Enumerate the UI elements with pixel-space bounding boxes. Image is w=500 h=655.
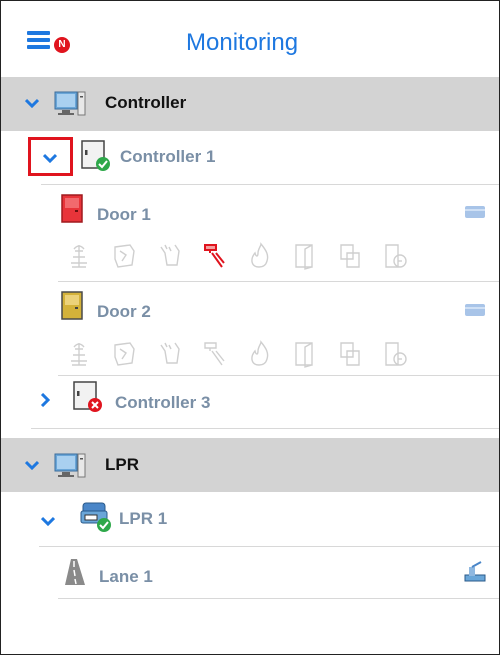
hammer-icon bbox=[204, 244, 225, 268]
chevron-down-icon[interactable] bbox=[25, 460, 39, 470]
door-alarm-icon bbox=[61, 194, 83, 223]
door-1-events bbox=[71, 242, 407, 270]
door-2-events bbox=[71, 340, 407, 368]
lane-label[interactable]: Lane 1 bbox=[99, 567, 153, 587]
barrier-gate-icon[interactable] bbox=[463, 561, 487, 583]
double-icon bbox=[340, 342, 360, 366]
controller-offline-icon bbox=[73, 381, 102, 412]
lpr-camera-icon bbox=[80, 502, 111, 532]
broken-icon bbox=[114, 244, 135, 268]
menu-icon[interactable] bbox=[27, 31, 50, 49]
header: N Monitoring bbox=[1, 1, 499, 77]
door-label[interactable]: Door 2 bbox=[97, 302, 151, 322]
lpr-label[interactable]: LPR 1 bbox=[119, 509, 167, 529]
door-open-icon bbox=[295, 342, 313, 368]
antenna-icon bbox=[71, 343, 87, 366]
monitoring-panel: N Monitoring Controller Controller 1 Doo… bbox=[0, 0, 500, 655]
controller-label[interactable]: Controller 1 bbox=[120, 147, 215, 167]
chevron-down-icon[interactable] bbox=[43, 153, 57, 163]
server-icon bbox=[54, 453, 86, 478]
broken-icon bbox=[114, 342, 135, 366]
group-controller[interactable]: Controller bbox=[1, 77, 499, 131]
group-lpr[interactable]: LPR bbox=[1, 438, 499, 492]
group-label: Controller bbox=[105, 93, 187, 112]
lane-icon bbox=[65, 559, 85, 585]
card-reader-icon[interactable] bbox=[465, 304, 485, 316]
fire-icon bbox=[251, 242, 269, 268]
hammer-icon bbox=[204, 342, 225, 366]
clock-icon bbox=[385, 342, 407, 366]
controller-label[interactable]: Controller 3 bbox=[115, 393, 210, 413]
chevron-down-icon[interactable] bbox=[25, 98, 39, 108]
page-title: Monitoring bbox=[186, 29, 299, 56]
door-open-icon bbox=[295, 244, 313, 270]
notification-badge[interactable]: N bbox=[54, 37, 70, 53]
antenna-icon bbox=[71, 245, 87, 268]
door-label[interactable]: Door 1 bbox=[97, 205, 151, 225]
double-icon bbox=[340, 244, 360, 268]
chevron-down-icon[interactable] bbox=[41, 516, 55, 526]
hand-icon bbox=[160, 244, 180, 266]
server-icon bbox=[54, 91, 86, 116]
controller-online-icon bbox=[81, 140, 110, 171]
fire-icon bbox=[251, 340, 269, 366]
hand-icon bbox=[160, 342, 180, 364]
group-label: LPR bbox=[105, 455, 139, 474]
chevron-right-icon[interactable] bbox=[40, 393, 50, 407]
clock-icon bbox=[385, 244, 407, 268]
card-reader-icon[interactable] bbox=[465, 206, 485, 218]
door-icon bbox=[61, 291, 83, 320]
